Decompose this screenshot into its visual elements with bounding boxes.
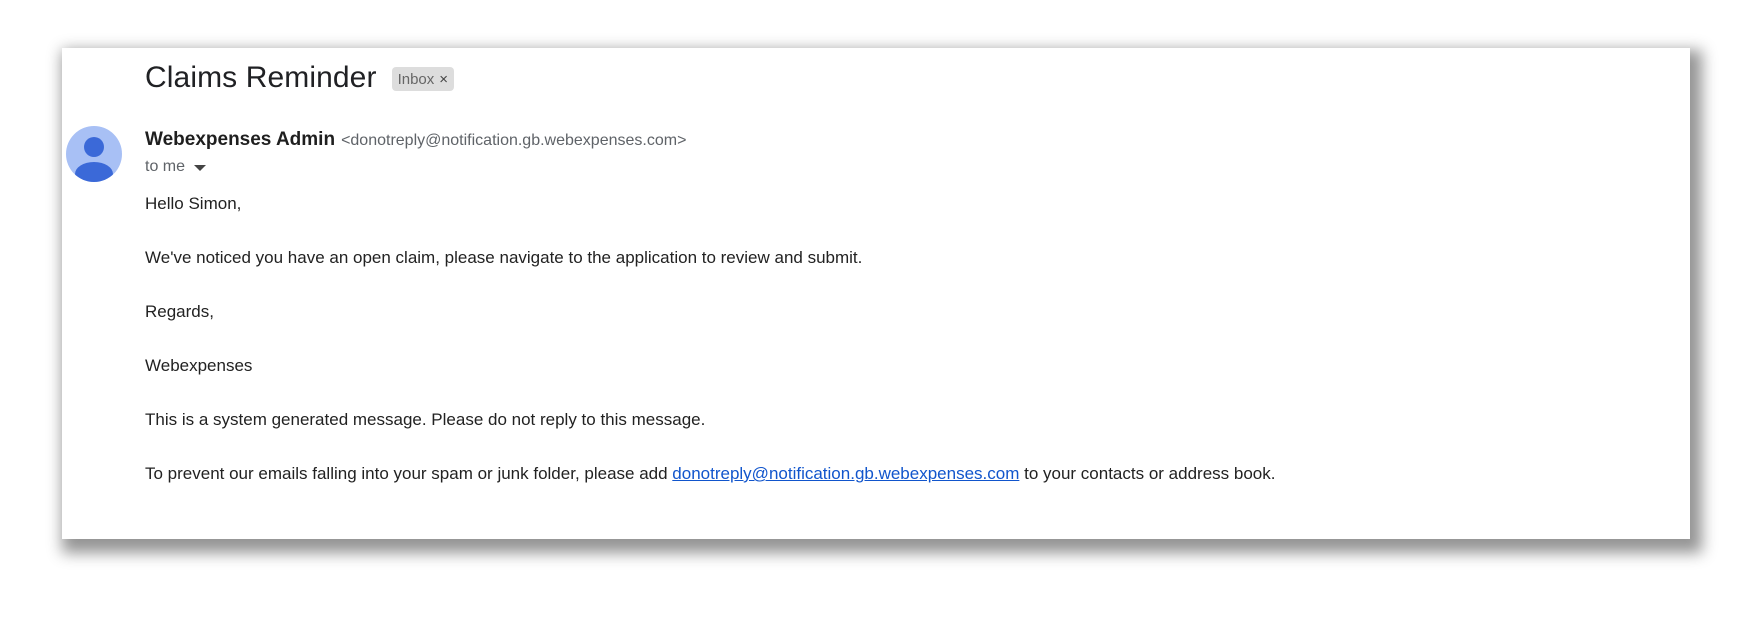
inbox-label-chip[interactable]: Inbox × — [391, 67, 455, 91]
avatar-silhouette — [75, 137, 113, 182]
spam-note-suffix: to your contacts or address book. — [1019, 464, 1276, 483]
email-subject: Claims Reminder — [145, 61, 377, 94]
body-paragraph: We've noticed you have an open claim, pl… — [145, 248, 863, 267]
caret-down-icon[interactable] — [194, 164, 207, 171]
label-text: Inbox — [397, 70, 435, 88]
recipient-details-toggle[interactable]: to me — [145, 158, 207, 176]
subject-row: Claims Reminder Inbox × — [145, 59, 455, 97]
greeting: Hello Simon, — [145, 194, 242, 213]
spam-note-prefix: To prevent our emails falling into your … — [145, 464, 673, 483]
system-note: This is a system generated message. Plea… — [145, 410, 706, 429]
close-icon[interactable]: × — [439, 71, 448, 88]
sender-name[interactable]: Webexpenses Admin — [145, 129, 335, 151]
signature: Webexpenses — [145, 356, 253, 375]
sender-row: Webexpenses Admin <donotreply@notificati… — [145, 129, 686, 151]
recipient-text: to me — [145, 158, 186, 175]
person-avatar-icon[interactable] — [66, 126, 122, 182]
email-body: Hello Simon, We've noticed you have an o… — [145, 194, 1275, 518]
email-message: Claims Reminder Inbox × Webexpenses Admi… — [62, 48, 1690, 539]
sender-email: <donotreply@notification.gb.webexpenses.… — [341, 132, 687, 149]
contact-email-link[interactable]: donotreply@notification.gb.webexpenses.c… — [672, 464, 1019, 483]
regards: Regards, — [145, 302, 214, 321]
spam-note: To prevent our emails falling into your … — [145, 464, 1275, 484]
